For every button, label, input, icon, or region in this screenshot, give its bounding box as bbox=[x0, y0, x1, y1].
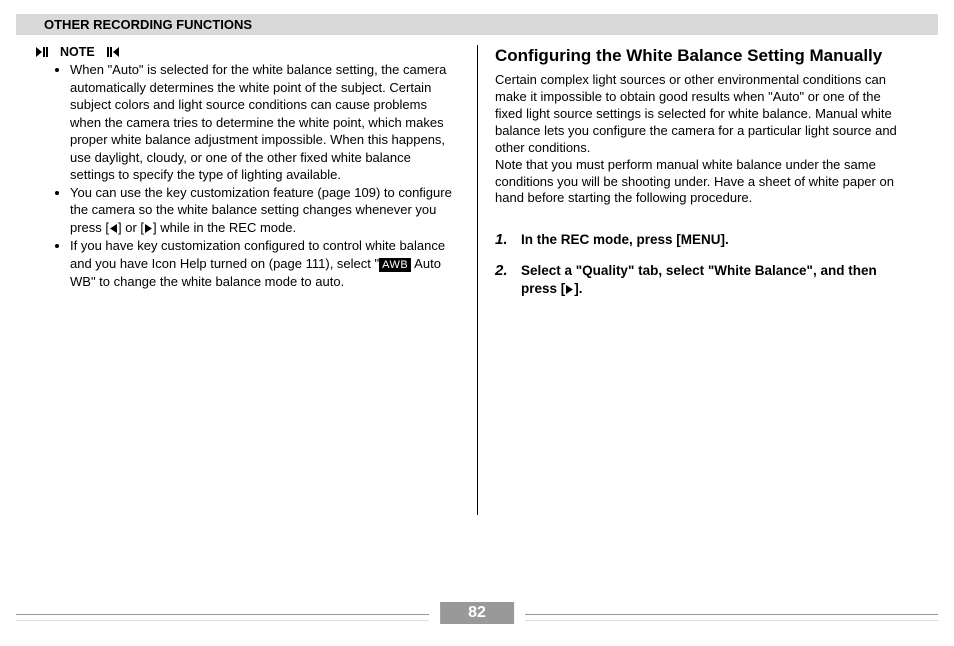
content-columns: NOTE When "Auto" is selected for the whi… bbox=[16, 45, 938, 311]
note-bullet: If you have key customization configured… bbox=[70, 237, 459, 290]
step-item: 1. In the REC mode, press [MENU]. bbox=[495, 231, 910, 249]
note-bullet-list: When "Auto" is selected for the white ba… bbox=[44, 61, 459, 290]
note-bullet: When "Auto" is selected for the white ba… bbox=[70, 61, 459, 184]
note-icon-left bbox=[36, 47, 56, 57]
section-header: OTHER RECORDING FUNCTIONS bbox=[16, 14, 938, 35]
right-triangle-icon bbox=[565, 281, 574, 299]
note-label: NOTE bbox=[60, 45, 95, 59]
right-triangle-icon bbox=[144, 220, 153, 238]
page-footer: 82 bbox=[16, 602, 938, 626]
body-paragraph: Note that you must perform manual white … bbox=[495, 157, 910, 208]
step-item: 2. Select a "Quality" tab, select "White… bbox=[495, 262, 910, 299]
column-divider bbox=[477, 45, 478, 515]
footer-rule bbox=[16, 620, 429, 621]
footer-rule bbox=[525, 620, 938, 621]
step-text-part: ]. bbox=[574, 281, 582, 296]
note-bullet-text: ] while in the REC mode. bbox=[153, 220, 296, 235]
step-number: 2. bbox=[495, 262, 513, 299]
left-triangle-icon bbox=[109, 220, 118, 238]
right-column: Configuring the White Balance Setting Ma… bbox=[477, 45, 938, 311]
footer-rule bbox=[525, 614, 938, 615]
body-paragraph: Certain complex light sources or other e… bbox=[495, 72, 910, 156]
left-column: NOTE When "Auto" is selected for the whi… bbox=[16, 45, 477, 311]
note-bullet: You can use the key customization featur… bbox=[70, 184, 459, 238]
subsection-title: Configuring the White Balance Setting Ma… bbox=[495, 45, 910, 66]
step-number: 1. bbox=[495, 231, 513, 249]
step-text: In the REC mode, press [MENU]. bbox=[521, 231, 729, 249]
note-icon-right bbox=[99, 47, 119, 57]
awb-icon: AWB bbox=[379, 258, 411, 272]
note-bullet-text: ] or [ bbox=[118, 220, 144, 235]
note-heading: NOTE bbox=[36, 45, 459, 59]
footer-rule bbox=[16, 614, 429, 615]
step-list: 1. In the REC mode, press [MENU]. 2. Sel… bbox=[495, 231, 910, 299]
page-number-badge: 82 bbox=[440, 602, 514, 624]
note-bullet-text: When "Auto" is selected for the white ba… bbox=[70, 62, 446, 182]
step-text: Select a "Quality" tab, select "White Ba… bbox=[521, 262, 910, 299]
section-header-text: OTHER RECORDING FUNCTIONS bbox=[44, 17, 252, 32]
